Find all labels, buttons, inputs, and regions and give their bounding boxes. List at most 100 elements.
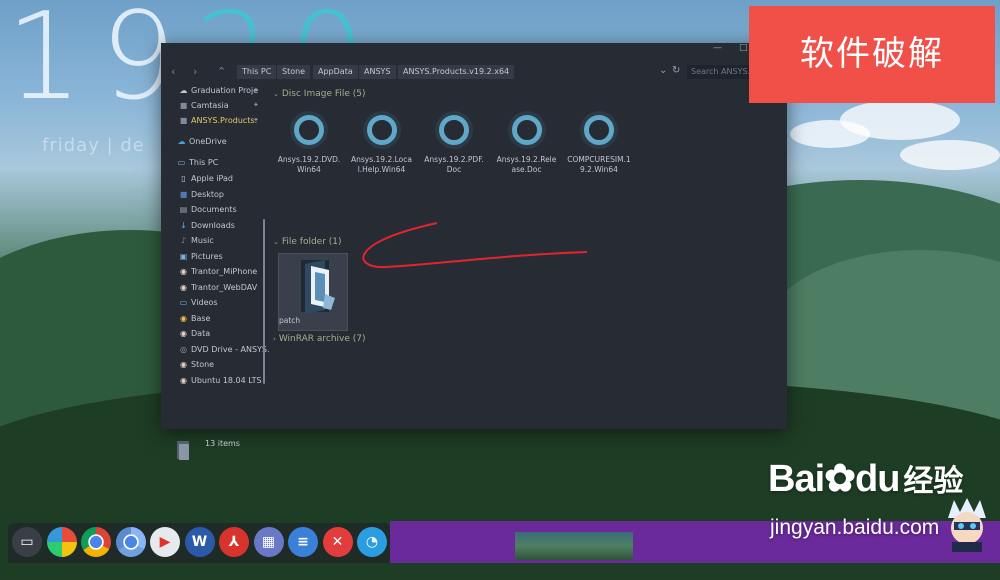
pin-icon: ✦ bbox=[253, 116, 259, 124]
folder-icon bbox=[301, 260, 335, 314]
items-icon bbox=[177, 441, 189, 460]
group-header-folder[interactable]: ⌄ File folder (1) bbox=[273, 237, 342, 247]
up-button[interactable]: ⌃ bbox=[217, 65, 226, 78]
baidu-url: jingyan.baidu.com bbox=[770, 516, 940, 539]
crack-label-badge: 软件破解 bbox=[749, 6, 995, 103]
file-name: patch bbox=[279, 316, 301, 325]
taskbar-notes-icon[interactable]: ≡ bbox=[288, 527, 318, 557]
drive-icon: ▤ bbox=[179, 205, 188, 214]
back-button[interactable]: ‹ bbox=[171, 65, 175, 78]
drive-icon: ◉ bbox=[180, 282, 187, 292]
minimize-button[interactable]: — bbox=[713, 43, 722, 53]
file-name: COMPCURESIM.19.2.Win64 bbox=[567, 155, 631, 174]
nav-item-pc[interactable]: ■ Desktop bbox=[179, 189, 224, 201]
nav-item-camtasia[interactable]: ■ Camtasia bbox=[179, 100, 229, 112]
disc-image-icon bbox=[584, 115, 614, 145]
drive-icon: ◉ bbox=[180, 313, 187, 323]
folder-icon: ■ bbox=[179, 101, 188, 110]
drive-icon: ▯ bbox=[181, 174, 186, 183]
disc-image-icon bbox=[366, 115, 397, 145]
drive-icon: ◉ bbox=[180, 267, 187, 276]
chevron-down-icon[interactable]: ⌄ bbox=[659, 65, 667, 76]
breadcrumb-ansys-products[interactable]: ANSYS.Products.v19.2.x64 bbox=[398, 65, 515, 79]
nav-item-pc[interactable]: ♪ Music bbox=[179, 235, 214, 247]
drive-icon: ▣ bbox=[179, 251, 188, 261]
drive-icon: ◉ bbox=[180, 375, 187, 385]
thumbnail-image bbox=[515, 532, 633, 560]
breadcrumb-appdata[interactable]: AppData bbox=[313, 65, 358, 79]
paw-icon: ✿ bbox=[824, 458, 856, 500]
refresh-icon[interactable]: ↻ bbox=[672, 65, 680, 76]
nav-item-pc[interactable]: ▤ Documents bbox=[179, 204, 237, 216]
group-header-disc[interactable]: ⌄ Disc Image File (5) bbox=[273, 89, 366, 99]
folder-icon: ■ bbox=[179, 116, 188, 125]
folder-patch[interactable]: patch bbox=[278, 253, 348, 331]
drive-icon: ◎ bbox=[180, 344, 187, 354]
nav-item-pc[interactable]: ↓ Downloads bbox=[179, 220, 235, 232]
file-name: Ansys.19.2.DVD.Win64 bbox=[277, 155, 341, 174]
nav-item-pc[interactable]: ▯ Apple iPad bbox=[179, 173, 233, 185]
disc-image-icon bbox=[294, 115, 324, 145]
taskbar-colors-app-icon[interactable] bbox=[46, 527, 77, 557]
nav-item-ansys-products[interactable]: ■ ANSYS.Products. bbox=[179, 115, 257, 127]
chevron-down-icon: ⌄ bbox=[273, 90, 279, 98]
onedrive-icon: ☁ bbox=[177, 137, 186, 146]
drive-icon: ◉ bbox=[180, 329, 187, 338]
nav-item-pc[interactable]: ◉ Trantor_WebDAV bbox=[179, 282, 257, 294]
item-count: 13 items bbox=[205, 439, 240, 448]
desktop-date: friday | de bbox=[42, 135, 145, 156]
taskbar-xmind-icon[interactable]: ✕ bbox=[322, 527, 353, 557]
taskbar-docs-viewer-icon[interactable]: ▦ bbox=[253, 527, 284, 557]
nav-item-pc[interactable]: ◉ Data bbox=[179, 328, 210, 340]
nav-item-pc[interactable]: ◉ Ubuntu 18.04 LTS bbox=[179, 375, 262, 387]
file-disc-image[interactable]: Ansys.19.2.DVD.Win64 bbox=[277, 105, 341, 185]
address-bar: ‹ › ⌃ This PC Stone AppData ANSYS ANSYS.… bbox=[161, 63, 787, 81]
file-disc-image[interactable]: Ansys.19.2.Release.Doc bbox=[495, 105, 559, 185]
file-disc-image[interactable]: Ansys.19.2.Local.Help.Win64 bbox=[350, 105, 414, 185]
breadcrumb-ansys[interactable]: ANSYS bbox=[359, 65, 396, 79]
mascot-icon bbox=[948, 498, 986, 552]
forward-button[interactable]: › bbox=[193, 65, 197, 78]
computer-icon: ▭ bbox=[177, 158, 186, 167]
scrollbar[interactable] bbox=[263, 219, 265, 384]
file-list: ⌄ Disc Image File (5) Ansys.19.2.DVD.Win6… bbox=[273, 83, 783, 429]
disc-image-icon bbox=[511, 115, 542, 145]
file-name: Ansys.19.2.Local.Help.Win64 bbox=[351, 155, 412, 174]
taskbar-screen-app-icon[interactable]: ▭ bbox=[12, 527, 42, 557]
file-disc-image[interactable]: COMPCURESIM.19.2.Win64 bbox=[567, 105, 631, 185]
file-disc-image[interactable]: Ansys.19.2.PDF.Doc bbox=[422, 105, 486, 185]
pin-icon: ✦ bbox=[253, 86, 259, 94]
nav-item-onedrive[interactable]: ☁ OneDrive bbox=[177, 136, 227, 148]
taskbar-video-app-icon[interactable]: ▶ bbox=[150, 527, 180, 557]
nav-item-pc[interactable]: ▭ Videos bbox=[179, 297, 218, 309]
nav-item-pc[interactable]: ◉ Stone bbox=[179, 359, 214, 371]
nav-item-pc[interactable]: ◎ DVD Drive - ANSYS. bbox=[179, 344, 270, 356]
nav-item-pc[interactable]: ◉ Base bbox=[179, 313, 210, 325]
status-bar: 13 items bbox=[177, 439, 240, 460]
breadcrumb-stone[interactable]: Stone bbox=[277, 65, 311, 79]
taskbar: ▭ ▶ W ⅄ ▦ ≡ ✕ ◔ bbox=[8, 523, 390, 563]
nav-item-pc[interactable]: ▣ Pictures bbox=[179, 251, 223, 263]
drive-icon: ▭ bbox=[179, 298, 188, 307]
navigation-pane: ☁ Graduation Proje ✦ ■ Camtasia ✦ ■ ANSYS.P… bbox=[161, 83, 270, 460]
drive-icon: ♪ bbox=[180, 236, 187, 245]
file-name: Ansys.19.2.PDF.Doc bbox=[424, 155, 484, 174]
taskbar-word-icon[interactable]: W bbox=[184, 527, 215, 557]
cloud-icon: ☁ bbox=[179, 86, 188, 95]
nav-item-pc[interactable]: ◉ Trantor_MiPhone bbox=[179, 266, 257, 278]
breadcrumb-this-pc[interactable]: This PC bbox=[237, 65, 277, 79]
title-bar[interactable]: — □ ✕ bbox=[161, 43, 787, 57]
maximize-button[interactable]: □ bbox=[739, 43, 748, 53]
chevron-right-icon: › bbox=[273, 335, 276, 343]
nav-item-this-pc[interactable]: ▭ This PC bbox=[177, 157, 219, 169]
baidu-logo: Bai✿du 经验 bbox=[768, 458, 964, 500]
nav-item-graduation[interactable]: ☁ Graduation Proje bbox=[179, 85, 259, 97]
taskbar-chrome-icon[interactable] bbox=[81, 527, 111, 557]
taskbar-chat-icon[interactable]: ◔ bbox=[357, 527, 387, 557]
chevron-down-icon: ⌄ bbox=[273, 238, 279, 246]
file-name: Ansys.19.2.Release.Doc bbox=[496, 155, 557, 174]
drive-icon: ◉ bbox=[180, 360, 187, 369]
taskbar-chromium-icon[interactable] bbox=[115, 527, 146, 557]
group-header-winrar[interactable]: › WinRAR archive (7) bbox=[273, 334, 366, 344]
taskbar-pdf-icon[interactable]: ⅄ bbox=[219, 527, 249, 557]
